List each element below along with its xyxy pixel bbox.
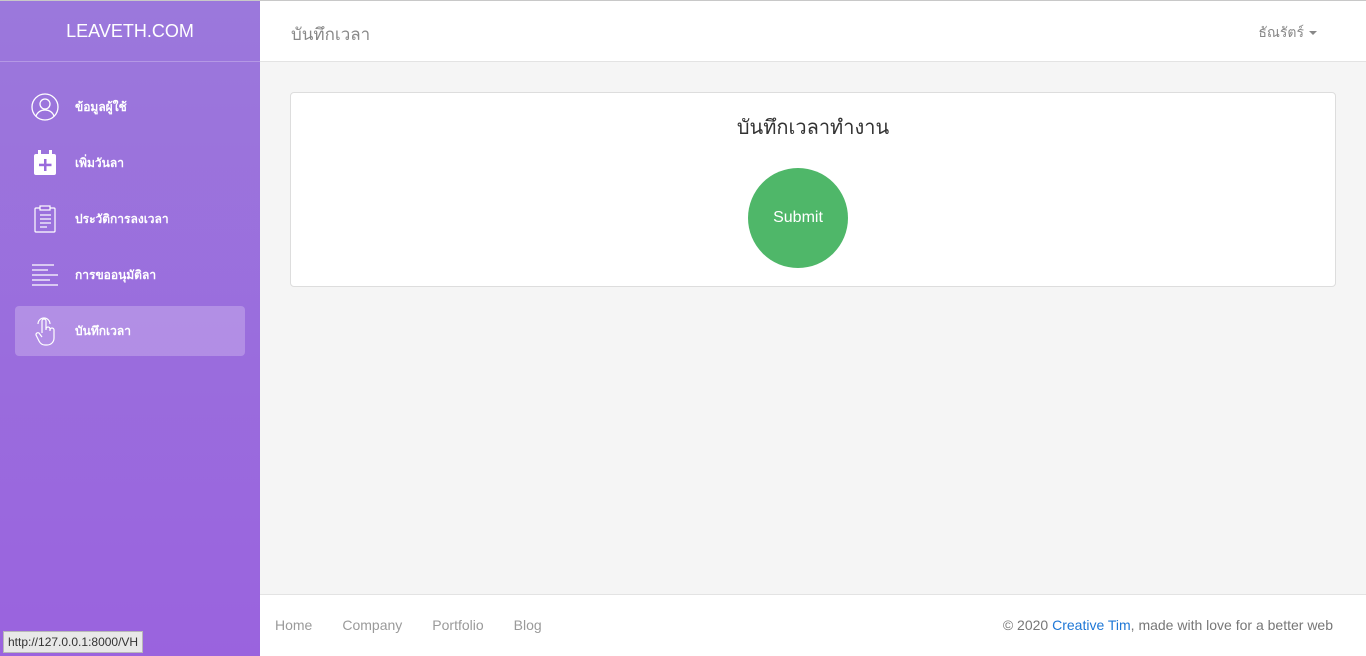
hand-pointer-icon <box>30 316 60 346</box>
submit-button[interactable]: Submit <box>748 168 848 268</box>
card-title: บันทึกเวลาทำงาน <box>736 115 890 139</box>
top-navbar: บันทึกเวลา ธัณรัตร์ <box>260 0 1366 62</box>
sidebar-item-label: เพิ่มวันลา <box>75 155 124 170</box>
sidebar-item-label: การขออนุมัติลา <box>75 267 157 282</box>
calendar-plus-icon <box>30 148 60 178</box>
user-name: ธัณรัตร์ <box>1258 25 1304 41</box>
sidebar-item-label: ประวัติการลงเวลา <box>75 211 169 226</box>
copyright: © 2020 Creative Tim, made with love for … <box>1003 617 1333 633</box>
sidebar-item-user-info[interactable]: ข้อมูลผู้ใช้ <box>15 82 245 132</box>
status-bar-url: http://127.0.0.1:8000/VH <box>3 631 144 653</box>
sidebar-item-label: บันทึกเวลา <box>75 323 131 338</box>
copyright-prefix: © 2020 <box>1002 617 1053 633</box>
sidebar: LEAVETH.COM ข้อมูลผู้ใช้ เพิ่มวันลา ประว… <box>0 0 260 656</box>
sidebar-nav: ข้อมูลผู้ใช้ เพิ่มวันลา ประวัติการลงเวลา… <box>0 82 260 356</box>
page-title: บันทึกเวลา <box>291 25 371 45</box>
time-record-card: บันทึกเวลาทำงาน Submit <box>290 92 1336 287</box>
user-menu-dropdown[interactable]: ธัณรัตร์ <box>1258 22 1317 44</box>
user-circle-icon <box>30 92 60 122</box>
copyright-suffix: , made with love for a better web <box>1130 617 1333 633</box>
footer-link-blog[interactable]: Blog <box>514 617 542 633</box>
align-left-icon <box>30 260 60 290</box>
creative-tim-link[interactable]: Creative Tim <box>1052 617 1131 633</box>
clipboard-icon <box>30 204 60 234</box>
footer-link-portfolio[interactable]: Portfolio <box>432 617 483 633</box>
brand-logo[interactable]: LEAVETH.COM <box>0 1 260 62</box>
footer-link-home[interactable]: Home <box>275 617 312 633</box>
caret-down-icon <box>1309 31 1317 35</box>
sidebar-item-time-record[interactable]: บันทึกเวลา <box>15 306 245 356</box>
sidebar-item-label: ข้อมูลผู้ใช้ <box>75 99 127 114</box>
footer-link-company[interactable]: Company <box>342 617 402 633</box>
sidebar-item-leave-approval[interactable]: การขออนุมัติลา <box>15 250 245 300</box>
footer-links: Home Company Portfolio Blog <box>275 617 572 633</box>
sidebar-item-time-history[interactable]: ประวัติการลงเวลา <box>15 194 245 244</box>
footer: Home Company Portfolio Blog © 2020 Creat… <box>260 594 1366 656</box>
sidebar-item-add-leave[interactable]: เพิ่มวันลา <box>15 138 245 188</box>
